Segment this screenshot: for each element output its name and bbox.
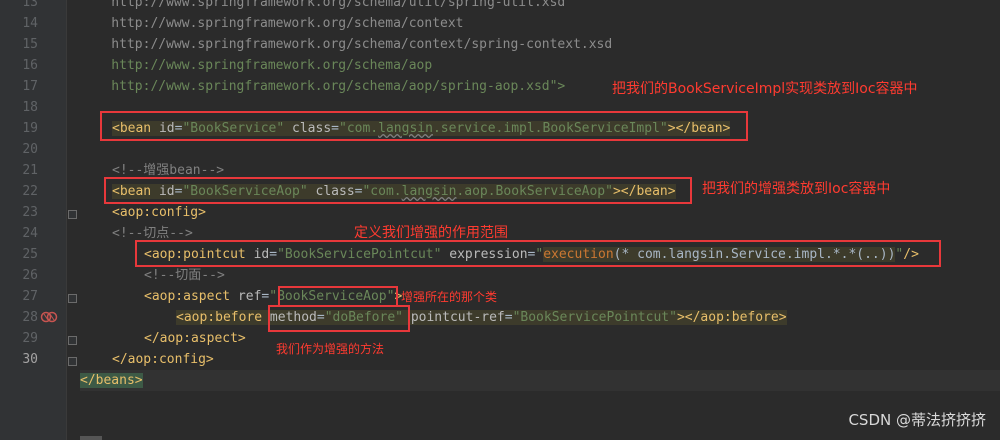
annotation-bean-impl: 把我们的BookServiceImpl实现类放到Ioc容器中 xyxy=(612,81,918,97)
code-line-30[interactable]: </beans> xyxy=(80,370,1000,391)
beans-close-tag: </beans> xyxy=(80,373,143,388)
code-line-15: http://www.springframework.org/schema/ao… xyxy=(80,58,433,73)
aspect-tag-open: <aop:aspect xyxy=(144,289,231,304)
code-line-29: </aop:config> xyxy=(112,352,214,367)
line-number: 24 xyxy=(22,226,38,241)
annotation-pointcut-scope: 定义我们增强的作用范围 xyxy=(354,225,508,241)
line-number: 29 xyxy=(22,331,38,346)
fold-marker[interactable] xyxy=(68,336,77,345)
attr-name: ref xyxy=(237,289,262,304)
attr-value: " xyxy=(269,289,278,304)
line-number: 22 xyxy=(22,184,38,199)
code-line-12: http://www.springframework.org/schema/ut… xyxy=(80,0,566,10)
line-number: 28 xyxy=(22,310,38,325)
highlight-box-method xyxy=(268,305,410,332)
code-line-14: http://www.springframework.org/schema/co… xyxy=(80,37,613,52)
line-number: 15 xyxy=(22,37,38,52)
fold-marker[interactable] xyxy=(68,210,77,219)
fold-column xyxy=(66,0,67,440)
before-tag-open: <aop:before xyxy=(176,310,263,325)
attr-name: pointcut-ref xyxy=(410,310,505,325)
line-number: 23 xyxy=(22,205,38,220)
line-number: 16 xyxy=(22,58,38,73)
line-number: 26 xyxy=(22,268,38,283)
line-number: 18 xyxy=(22,100,38,115)
fold-marker[interactable] xyxy=(68,294,77,303)
line-number: 25 xyxy=(22,247,38,262)
annotation-aspect-class: 增强所在的那个类 xyxy=(401,290,498,304)
highlight-box-aspect-ref xyxy=(278,286,398,307)
highlight-box-bean2 xyxy=(104,177,692,204)
aop-advice-icon[interactable] xyxy=(40,309,58,325)
highlight-box-pointcut xyxy=(135,240,941,267)
fold-marker[interactable] xyxy=(68,357,77,366)
before-tag-close: ></aop:before> xyxy=(676,310,787,325)
code-line-22: <aop:config> xyxy=(112,205,206,220)
line-number: 14 xyxy=(22,16,38,31)
line-number: 21 xyxy=(22,163,38,178)
watermark: CSDN @蒂法挤挤挤 xyxy=(848,411,986,429)
attr-value: "BookServicePointcut" xyxy=(512,310,677,325)
annotation-advice-bean: 把我们的增强类放到Ioc容器中 xyxy=(702,181,891,197)
line-number: 19 xyxy=(22,121,38,136)
code-line-25: <!--切面--> xyxy=(144,268,225,283)
line-number: 17 xyxy=(22,79,38,94)
annotation-advice-method: 我们作为增强的方法 xyxy=(276,342,385,356)
code-line-13: http://www.springframework.org/schema/co… xyxy=(80,16,464,31)
line-number: 27 xyxy=(22,289,38,304)
horizontal-scrollbar[interactable] xyxy=(80,436,102,440)
line-number-current: 30 xyxy=(22,352,38,367)
line-number: 20 xyxy=(22,142,38,157)
code-line-26: <aop:aspect ref="BookServiceAop"> xyxy=(144,289,403,304)
line-number: 13 xyxy=(22,0,38,10)
highlight-box-bean1 xyxy=(100,111,748,141)
